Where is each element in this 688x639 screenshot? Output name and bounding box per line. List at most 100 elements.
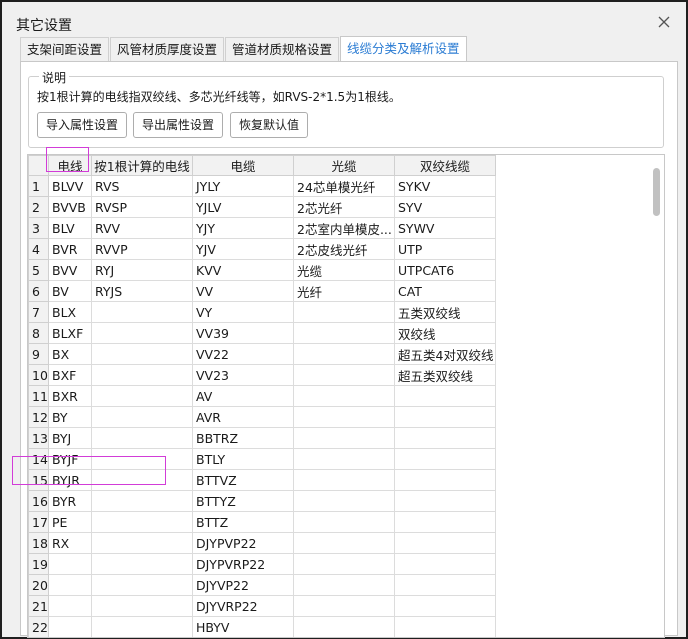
wire-cell[interactable]: BYR bbox=[48, 490, 92, 512]
wire-cell[interactable]: PE bbox=[48, 511, 92, 533]
power-cable-cell[interactable]: AV bbox=[192, 385, 294, 407]
tab-cable-classification[interactable]: 线缆分类及解析设置 bbox=[340, 36, 467, 62]
optical-cable-cell[interactable] bbox=[293, 406, 395, 428]
twisted-pair-cell[interactable]: SYV bbox=[394, 196, 496, 218]
table-row[interactable]: 20 DJYVP22 bbox=[28, 574, 496, 596]
restore-defaults-button[interactable]: 恢复默认值 bbox=[230, 112, 309, 138]
single-count-wire-cell[interactable] bbox=[91, 490, 193, 512]
table-row[interactable]: 5 BVV RYJ KVV 光缆 UTPCAT6 bbox=[28, 259, 496, 281]
wire-cell[interactable]: BVV bbox=[48, 259, 92, 281]
optical-cable-cell[interactable] bbox=[293, 364, 395, 386]
wire-cell[interactable] bbox=[48, 574, 92, 596]
optical-cable-cell[interactable] bbox=[293, 490, 395, 512]
wire-cell[interactable]: BX bbox=[48, 343, 92, 365]
power-cable-cell[interactable]: YJLV bbox=[192, 196, 294, 218]
twisted-pair-cell[interactable] bbox=[394, 553, 496, 575]
wire-cell[interactable] bbox=[48, 595, 92, 617]
table-row[interactable]: 22 HBYV bbox=[28, 616, 496, 637]
table-row[interactable]: 11 BXR AV bbox=[28, 385, 496, 407]
wire-cell[interactable]: BYJF bbox=[48, 448, 92, 470]
single-count-wire-cell[interactable]: RVVP bbox=[91, 238, 193, 260]
wire-cell[interactable]: BXF bbox=[48, 364, 92, 386]
tab-support-spacing[interactable]: 支架间距设置 bbox=[20, 37, 110, 61]
vertical-scrollbar[interactable] bbox=[650, 155, 664, 637]
single-count-wire-cell[interactable] bbox=[91, 469, 193, 491]
table-row[interactable]: 16 BYR BTTYZ bbox=[28, 490, 496, 512]
header-single-count-wire[interactable]: 按1根计算的电线 bbox=[91, 155, 193, 176]
header-optical-cable[interactable]: 光缆 bbox=[293, 155, 395, 176]
single-count-wire-cell[interactable]: RVS bbox=[91, 175, 193, 197]
power-cable-cell[interactable]: VV22 bbox=[192, 343, 294, 365]
twisted-pair-cell[interactable] bbox=[394, 469, 496, 491]
table-row[interactable]: 21 DJYVRP22 bbox=[28, 595, 496, 617]
twisted-pair-cell[interactable] bbox=[394, 511, 496, 533]
single-count-wire-cell[interactable] bbox=[91, 574, 193, 596]
tab-pipe-spec[interactable]: 管道材质规格设置 bbox=[225, 37, 340, 61]
table-row[interactable]: 6 BV RYJS VV 光纤 CAT bbox=[28, 280, 496, 302]
single-count-wire-cell[interactable] bbox=[91, 553, 193, 575]
table-row[interactable]: 4 BVR RVVP YJV 2芯皮线光纤 UTP bbox=[28, 238, 496, 260]
twisted-pair-cell[interactable] bbox=[394, 490, 496, 512]
power-cable-cell[interactable]: YJV bbox=[192, 238, 294, 260]
wire-cell[interactable]: RX bbox=[48, 532, 92, 554]
single-count-wire-cell[interactable] bbox=[91, 364, 193, 386]
twisted-pair-cell[interactable]: 超五类4对双绞线 bbox=[394, 343, 496, 365]
single-count-wire-cell[interactable]: RVSP bbox=[91, 196, 193, 218]
scrollbar-thumb[interactable] bbox=[653, 168, 660, 216]
power-cable-cell[interactable]: BTLY bbox=[192, 448, 294, 470]
optical-cable-cell[interactable]: 2芯皮线光纤 bbox=[293, 238, 395, 260]
wire-cell[interactable]: BYJ bbox=[48, 427, 92, 449]
twisted-pair-cell[interactable]: 五类双绞线 bbox=[394, 301, 496, 323]
single-count-wire-cell[interactable] bbox=[91, 406, 193, 428]
power-cable-cell[interactable]: JYLY bbox=[192, 175, 294, 197]
header-wire[interactable]: 电线 bbox=[48, 155, 92, 176]
table-row[interactable]: 18 RX DJYPVP22 bbox=[28, 532, 496, 554]
single-count-wire-cell[interactable] bbox=[91, 532, 193, 554]
power-cable-cell[interactable]: VY bbox=[192, 301, 294, 323]
tab-duct-thickness[interactable]: 风管材质厚度设置 bbox=[110, 37, 225, 61]
wire-cell[interactable]: BYJR bbox=[48, 469, 92, 491]
single-count-wire-cell[interactable]: RVV bbox=[91, 217, 193, 239]
table-row[interactable]: 2 BVVB RVSP YJLV 2芯光纤 SYV bbox=[28, 196, 496, 218]
optical-cable-cell[interactable]: 2芯室内单模皮... bbox=[293, 217, 395, 239]
optical-cable-cell[interactable]: 光缆 bbox=[293, 259, 395, 281]
wire-cell[interactable]: BLXF bbox=[48, 322, 92, 344]
wire-cell[interactable]: BV bbox=[48, 280, 92, 302]
power-cable-cell[interactable]: BTTVZ bbox=[192, 469, 294, 491]
power-cable-cell[interactable]: HBYV bbox=[192, 616, 294, 637]
table-row[interactable]: 12 BY AVR bbox=[28, 406, 496, 428]
twisted-pair-cell[interactable]: SYKV bbox=[394, 175, 496, 197]
optical-cable-cell[interactable] bbox=[293, 427, 395, 449]
close-button[interactable] bbox=[656, 14, 672, 30]
power-cable-cell[interactable]: VV23 bbox=[192, 364, 294, 386]
twisted-pair-cell[interactable] bbox=[394, 532, 496, 554]
table-row[interactable]: 8 BLXF VV39 双绞线 bbox=[28, 322, 496, 344]
wire-cell[interactable]: BXR bbox=[48, 385, 92, 407]
single-count-wire-cell[interactable] bbox=[91, 511, 193, 533]
optical-cable-cell[interactable]: 24芯单模光纤 bbox=[293, 175, 395, 197]
optical-cable-cell[interactable] bbox=[293, 532, 395, 554]
twisted-pair-cell[interactable] bbox=[394, 574, 496, 596]
import-settings-button[interactable]: 导入属性设置 bbox=[37, 112, 128, 138]
table-row[interactable]: 10 BXF VV23 超五类双绞线 bbox=[28, 364, 496, 386]
power-cable-cell[interactable]: YJY bbox=[192, 217, 294, 239]
table-row[interactable]: 1 BLVV RVS JYLY 24芯单模光纤 SYKV bbox=[28, 175, 496, 197]
table-row[interactable]: 3 BLV RVV YJY 2芯室内单模皮... SYWV bbox=[28, 217, 496, 239]
optical-cable-cell[interactable] bbox=[293, 301, 395, 323]
twisted-pair-cell[interactable] bbox=[394, 406, 496, 428]
single-count-wire-cell[interactable] bbox=[91, 343, 193, 365]
table-row[interactable]: 7 BLX VY 五类双绞线 bbox=[28, 301, 496, 323]
power-cable-cell[interactable]: AVR bbox=[192, 406, 294, 428]
wire-cell[interactable]: BLVV bbox=[48, 175, 92, 197]
table-row[interactable]: 14 BYJF BTLY bbox=[28, 448, 496, 470]
twisted-pair-cell[interactable]: 超五类双绞线 bbox=[394, 364, 496, 386]
twisted-pair-cell[interactable] bbox=[394, 616, 496, 637]
table-row[interactable]: 9 BX VV22 超五类4对双绞线 bbox=[28, 343, 496, 365]
twisted-pair-cell[interactable] bbox=[394, 448, 496, 470]
optical-cable-cell[interactable] bbox=[293, 553, 395, 575]
single-count-wire-cell[interactable] bbox=[91, 427, 193, 449]
optical-cable-cell[interactable] bbox=[293, 448, 395, 470]
power-cable-cell[interactable]: VV39 bbox=[192, 322, 294, 344]
single-count-wire-cell[interactable]: RYJ bbox=[91, 259, 193, 281]
power-cable-cell[interactable]: DJYPVP22 bbox=[192, 532, 294, 554]
